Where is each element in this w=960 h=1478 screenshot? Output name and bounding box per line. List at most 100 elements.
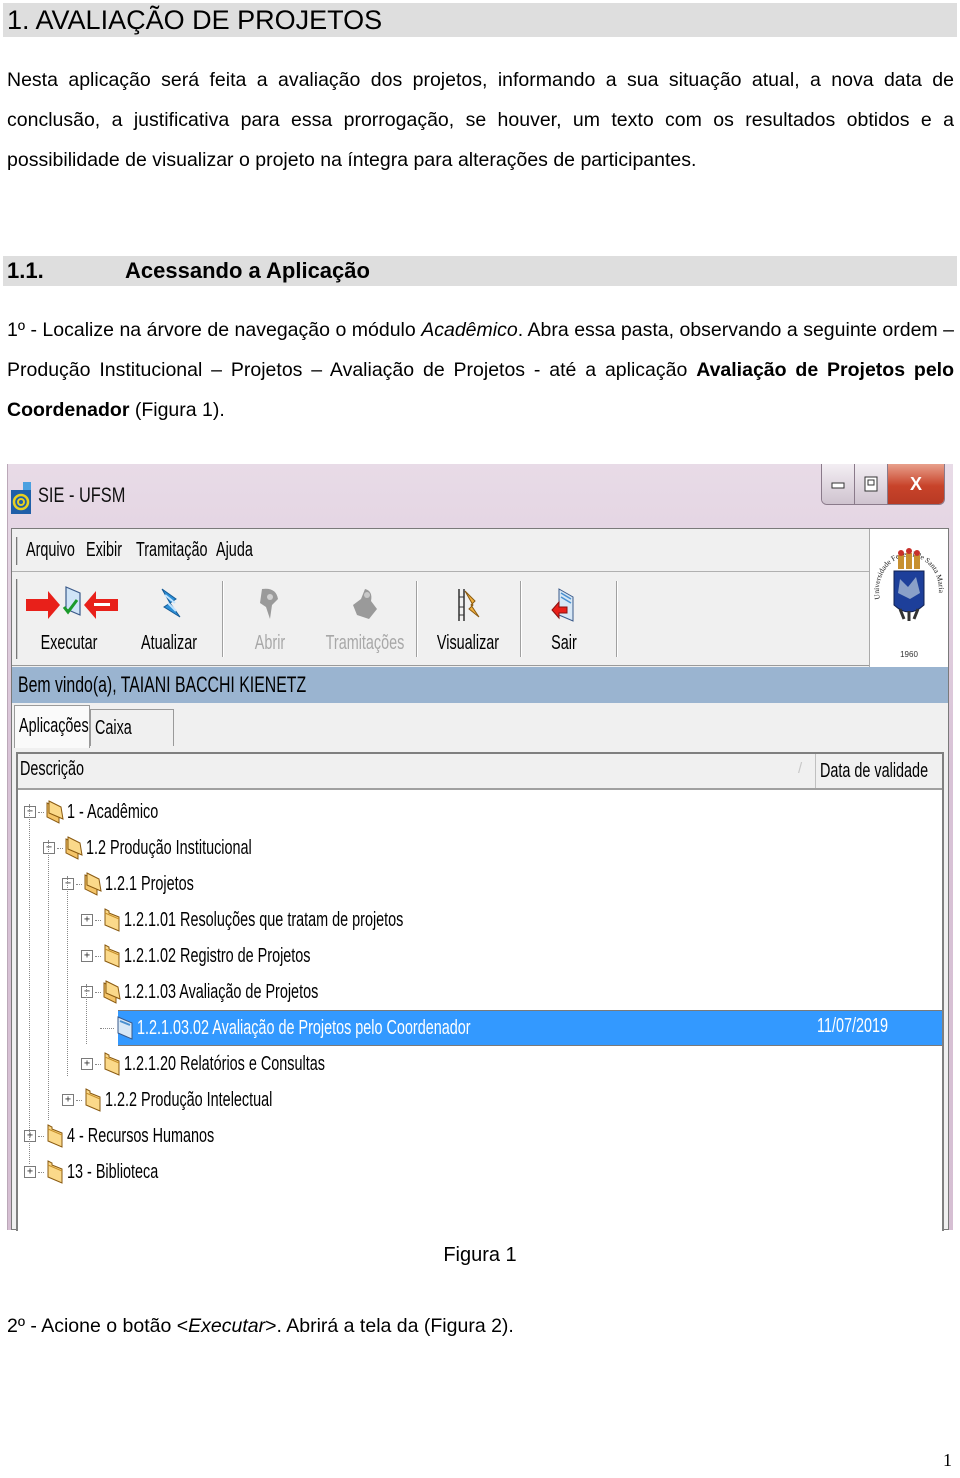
tree-connector [38, 1135, 44, 1137]
step-1-paragraph: 1º - Localize na árvore de navegação o m… [7, 310, 954, 430]
visualizar-button[interactable]: Visualizar [420, 573, 516, 665]
app-client-area: Arquivo Exibir Tramitação Ajuda Executar [11, 528, 949, 1231]
tree-node[interactable]: +1.2.2 Produção Intelectual [62, 1082, 337, 1118]
toolbar-separator [616, 581, 618, 657]
minimize-button[interactable] [822, 464, 855, 504]
tree-node[interactable]: − 1.2.1.03 Avaliação de Projetos [81, 974, 394, 1010]
column-header-description[interactable]: Descrição [20, 758, 84, 781]
executar-label: Executar [40, 632, 98, 654]
intro-paragraph: Nesta aplicação será feita a avaliação d… [7, 69, 954, 171]
menu-bar: Arquivo Exibir Tramitação Ajuda [12, 529, 888, 572]
step-2-italic: Executar [188, 1315, 266, 1337]
step-1-italic: Acadêmico [421, 319, 518, 341]
subsection-title: Acessando a Aplicação [125, 258, 370, 283]
tab-aplicacoes-label: Aplicações [19, 715, 89, 737]
executar-button[interactable]: Executar [24, 573, 118, 665]
figure-caption: Figura 1 [443, 1244, 517, 1266]
sair-button[interactable]: Sair [524, 573, 604, 665]
tree-connector [95, 919, 101, 921]
collapse-icon[interactable]: − [43, 842, 55, 854]
folder-open-icon [65, 836, 83, 860]
close-button[interactable]: X [888, 464, 944, 504]
step-2-suffix: >. Abrirá a tela da (Figura 2). [265, 1315, 514, 1337]
collapse-icon[interactable]: − [62, 878, 74, 890]
tree-guide-line [86, 984, 87, 1044]
tree-node[interactable]: +1.2.1.02 Registro de Projetos [81, 938, 383, 974]
tree-node-label: 1 - Acadêmico [67, 800, 159, 823]
abrir-label: Abrir [254, 632, 286, 654]
tab-caixa-postal[interactable]: Caixa Postal [90, 709, 174, 746]
tree-connector [57, 847, 63, 849]
tab-strip: Aplicações Caixa Postal [14, 705, 174, 748]
subsection-heading: 1.1. Acessando a Aplicação [3, 256, 957, 286]
folder-open-icon [46, 800, 64, 824]
folder-open-icon [103, 980, 121, 1004]
title-bar: SIE - UFSM X [8, 464, 953, 526]
tree-node[interactable]: − 1.2 Produção Institucional [43, 830, 316, 866]
tree-guide-line [67, 876, 68, 1076]
folder-icon [104, 1052, 120, 1076]
tree-node[interactable]: 1.2.1.03.02 Avaliação de Projetos pelo C… [100, 1010, 600, 1046]
tree-node-label: 1.2.1 Projetos [105, 872, 194, 895]
tab-caixa-postal-label: Caixa Postal [95, 717, 132, 739]
expand-icon[interactable]: + [81, 914, 93, 926]
welcome-bar: Bem vindo(a), TAIANI BACCHI KIENETZ [12, 667, 948, 703]
atualizar-button[interactable]: Atualizar [124, 573, 214, 665]
tree-connector [95, 991, 101, 993]
collapse-icon[interactable]: − [24, 806, 36, 818]
tree-node-label: 1.2.1.03 Avaliação de Projetos [124, 980, 319, 1003]
step-2-paragraph: 2º - Acione o botão <Executar>. Abrirá a… [7, 1306, 954, 1346]
tree-node-label: 1.2.1.01 Resoluções que tratam de projet… [124, 908, 404, 931]
tree-node-label: 4 - Recursos Humanos [67, 1124, 215, 1147]
tree-connector [95, 1063, 101, 1065]
view-icon [458, 589, 480, 621]
tree-node-label: 1.2.2 Produção Intelectual [105, 1088, 273, 1111]
application-icon [117, 1016, 133, 1040]
tree-node-label: 1.2 Produção Institucional [86, 836, 252, 859]
page-number: 1 [943, 1450, 952, 1470]
welcome-text: Bem vindo(a), TAIANI BACCHI KIENETZ [18, 672, 307, 697]
expand-icon[interactable]: + [24, 1166, 36, 1178]
folder-icon [104, 908, 120, 932]
expand-icon[interactable]: + [81, 1058, 93, 1070]
tree-connector [38, 1171, 44, 1173]
column-header-validity[interactable]: Data de validade [815, 754, 960, 788]
tree-node[interactable]: − 1.2.1 Projetos [62, 866, 228, 902]
ufsm-logo: Universidade Federal de Santa Maria 1960 [869, 529, 948, 667]
expand-icon[interactable]: + [81, 950, 93, 962]
tree-node[interactable]: +4 - Recursos Humanos [24, 1118, 272, 1154]
collapse-icon[interactable]: − [81, 986, 93, 998]
menu-exibir[interactable]: Exibir [86, 539, 122, 562]
toolbar-separator [520, 581, 522, 657]
tree-node-label: 1.2.1.02 Registro de Projetos [124, 944, 311, 967]
tree-node[interactable]: +13 - Biblioteca [24, 1154, 194, 1190]
menu-arquivo[interactable]: Arquivo [26, 539, 75, 562]
tab-aplicacoes[interactable]: Aplicações [14, 705, 90, 748]
expand-icon[interactable]: + [62, 1094, 74, 1106]
tree-connector [76, 883, 82, 885]
list-header: Descrição / Data de validade [18, 754, 942, 790]
tree-node[interactable]: +1.2.1.01 Resoluções que tratam de proje… [81, 902, 512, 938]
maximize-button[interactable] [855, 464, 888, 504]
validity-date: 11/07/2019 [817, 1015, 889, 1037]
tree-node[interactable]: − 1 - Acadêmico [24, 794, 194, 830]
menu-ajuda[interactable]: Ajuda [216, 539, 253, 562]
open-icon [260, 588, 278, 619]
folder-icon [85, 1088, 101, 1112]
visualizar-label: Visualizar [436, 632, 500, 654]
sair-label: Sair [551, 632, 577, 654]
section-heading: 1. AVALIAÇÃO DE PROJETOS [3, 3, 957, 37]
tramitacoes-label: Tramitações [325, 632, 405, 654]
logo-year: 1960 [900, 650, 918, 659]
abrir-button[interactable]: Abrir [230, 573, 310, 665]
tramitacoes-button[interactable]: Tramitações [310, 573, 420, 665]
tree-guide-line [29, 804, 30, 1164]
tree-connector [38, 811, 44, 813]
tree-node[interactable]: +1.2.1.20 Relatórios e Consultas [81, 1046, 403, 1082]
window-title: SIE - UFSM [38, 484, 126, 507]
sort-indicator-icon: / [798, 760, 803, 777]
exit-icon [551, 588, 574, 622]
expand-icon[interactable]: + [24, 1130, 36, 1142]
folder-open-icon [84, 872, 102, 896]
menu-tramitacao[interactable]: Tramitação [136, 539, 207, 562]
